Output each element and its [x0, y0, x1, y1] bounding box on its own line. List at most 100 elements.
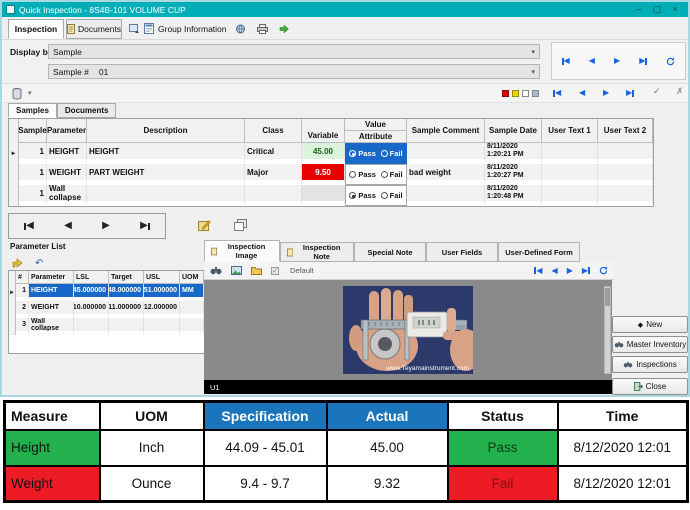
- cell-parameter[interactable]: WEIGHT: [47, 164, 87, 185]
- tab-inspection-note[interactable]: Inspection Note: [280, 242, 354, 262]
- new-button[interactable]: ◆ New: [612, 316, 688, 333]
- inspections-button[interactable]: Inspections: [612, 356, 688, 373]
- cell-user2[interactable]: [598, 164, 653, 185]
- cell-sample[interactable]: 1: [19, 143, 47, 164]
- caliper-photo[interactable]: www.Teyamainstrument.com: [343, 286, 473, 374]
- transfer-icon[interactable]: [232, 21, 248, 36]
- refresh-icon[interactable]: [666, 57, 675, 66]
- cell-target[interactable]: 11.000000: [109, 301, 144, 318]
- refresh-image-icon[interactable]: [599, 266, 608, 275]
- cell-target[interactable]: [109, 318, 144, 335]
- cell-usl[interactable]: [144, 318, 180, 335]
- previous-record-icon[interactable]: ◀: [64, 221, 72, 231]
- pass-radio[interactable]: Pass: [349, 191, 376, 200]
- cell-num[interactable]: 2: [16, 301, 29, 318]
- maximize-button[interactable]: ▢: [648, 2, 666, 17]
- cell-lsl[interactable]: 10.000000: [74, 301, 109, 318]
- tab-user-defined-form[interactable]: User-Defined Form: [498, 242, 580, 262]
- cell-class[interactable]: [245, 185, 302, 206]
- cell-parameter[interactable]: Wall collapse: [47, 185, 87, 206]
- export-icon[interactable]: [126, 21, 142, 36]
- tab-documents-grid[interactable]: Documents: [57, 103, 117, 118]
- group-information-button[interactable]: Group Information: [144, 21, 227, 36]
- first-record-icon[interactable]: ◀: [562, 57, 570, 65]
- next-record-icon[interactable]: ▶: [614, 57, 620, 65]
- image-scrollbar[interactable]: [604, 286, 611, 374]
- default-checkbox[interactable]: ✓: [271, 267, 279, 275]
- go-arrow-icon[interactable]: [276, 21, 292, 36]
- previous-image-icon[interactable]: ◀: [552, 267, 558, 275]
- next-image-icon[interactable]: ▶: [567, 267, 573, 275]
- first-record-icon[interactable]: ◀: [24, 221, 34, 231]
- previous-row-icon[interactable]: ◀: [579, 89, 585, 97]
- cell-class[interactable]: Major: [245, 164, 302, 185]
- cell-target[interactable]: 48.000000: [109, 284, 144, 301]
- cell-date[interactable]: 8/11/2020 1:20:21 PM: [485, 143, 542, 164]
- minimize-button[interactable]: –: [630, 2, 648, 17]
- find-binoculars-icon[interactable]: [210, 262, 222, 280]
- last-record-icon[interactable]: ▶: [140, 221, 150, 231]
- cell-parameter[interactable]: WEIGHT: [29, 301, 74, 318]
- cell-user1[interactable]: [542, 164, 598, 185]
- cell-usl[interactable]: 51.000000: [144, 284, 180, 301]
- cell-num[interactable]: 3: [16, 318, 29, 335]
- master-inventory-button[interactable]: Master Inventory: [612, 336, 688, 353]
- close-window-button[interactable]: ×: [666, 2, 684, 17]
- cell-usl[interactable]: 12.000000: [144, 301, 180, 318]
- tab-samples[interactable]: Samples: [8, 103, 57, 118]
- tab-inspection[interactable]: Inspection: [8, 19, 64, 39]
- tab-user-fields[interactable]: User Fields: [426, 242, 498, 262]
- print-icon[interactable]: [254, 21, 270, 36]
- chevron-down-icon[interactable]: ▾: [28, 89, 32, 97]
- pass-radio[interactable]: Pass: [349, 149, 376, 158]
- cell-comment[interactable]: [407, 185, 485, 206]
- cell-comment[interactable]: [407, 143, 485, 164]
- copy-icon[interactable]: [234, 218, 247, 236]
- cell-lsl[interactable]: [74, 318, 109, 335]
- cell-variable[interactable]: 45.00: [302, 143, 345, 164]
- last-image-icon[interactable]: ▶: [582, 267, 590, 275]
- cell-variable[interactable]: 9.50: [302, 164, 345, 185]
- sample-number-select[interactable]: Sample # 01 ▾: [48, 64, 540, 79]
- cell-lsl[interactable]: 45.000000: [74, 284, 109, 301]
- pass-radio[interactable]: Pass: [349, 170, 376, 179]
- cell-date[interactable]: 8/11/2020 1:20:27 PM: [485, 164, 542, 185]
- cell-description[interactable]: [87, 185, 245, 206]
- cell-variable[interactable]: [302, 185, 345, 206]
- folder-icon[interactable]: [251, 262, 262, 280]
- next-row-icon[interactable]: ▶: [603, 89, 609, 97]
- cell-user1[interactable]: [542, 185, 598, 206]
- cell-date[interactable]: 8/11/2020 1:20:48 PM: [485, 185, 542, 206]
- cell-description[interactable]: PART WEIGHT: [87, 164, 245, 185]
- cell-user1[interactable]: [542, 143, 598, 164]
- cell-comment[interactable]: bad weight: [407, 164, 485, 185]
- cell-parameter[interactable]: HEIGHT: [47, 143, 87, 164]
- cell-description[interactable]: HEIGHT: [87, 143, 245, 164]
- cell-uom[interactable]: MM: [180, 284, 204, 301]
- cell-uom[interactable]: [180, 301, 204, 318]
- cell-sample[interactable]: 1: [19, 164, 47, 185]
- fail-radio[interactable]: Fail: [381, 191, 403, 200]
- edit-icon[interactable]: [198, 218, 211, 236]
- last-row-icon[interactable]: ▶: [626, 89, 634, 97]
- image-icon[interactable]: [231, 262, 242, 280]
- cell-sample[interactable]: 1: [19, 185, 47, 206]
- cell-parameter[interactable]: HEIGHT: [29, 284, 74, 301]
- fail-radio[interactable]: Fail: [381, 170, 403, 179]
- cell-user2[interactable]: [598, 143, 653, 164]
- next-record-icon[interactable]: ▶: [102, 221, 110, 231]
- first-image-icon[interactable]: ◀: [534, 267, 542, 275]
- cell-num[interactable]: 1: [16, 284, 29, 301]
- close-button[interactable]: Close: [612, 378, 688, 395]
- previous-record-icon[interactable]: ◀: [589, 57, 595, 65]
- last-record-icon[interactable]: ▶: [639, 57, 647, 65]
- cell-user2[interactable]: [598, 185, 653, 206]
- cell-class[interactable]: Critical: [245, 143, 302, 164]
- commit-check-icon[interactable]: ✓: [653, 87, 661, 96]
- tab-documents[interactable]: Documents: [66, 19, 122, 39]
- cell-uom[interactable]: [180, 318, 204, 335]
- tab-special-note[interactable]: Special Note: [354, 242, 426, 262]
- undo-icon[interactable]: ↶: [35, 259, 43, 269]
- first-row-icon[interactable]: ◀: [553, 89, 561, 97]
- tab-inspection-image[interactable]: Inspection Image: [204, 240, 280, 262]
